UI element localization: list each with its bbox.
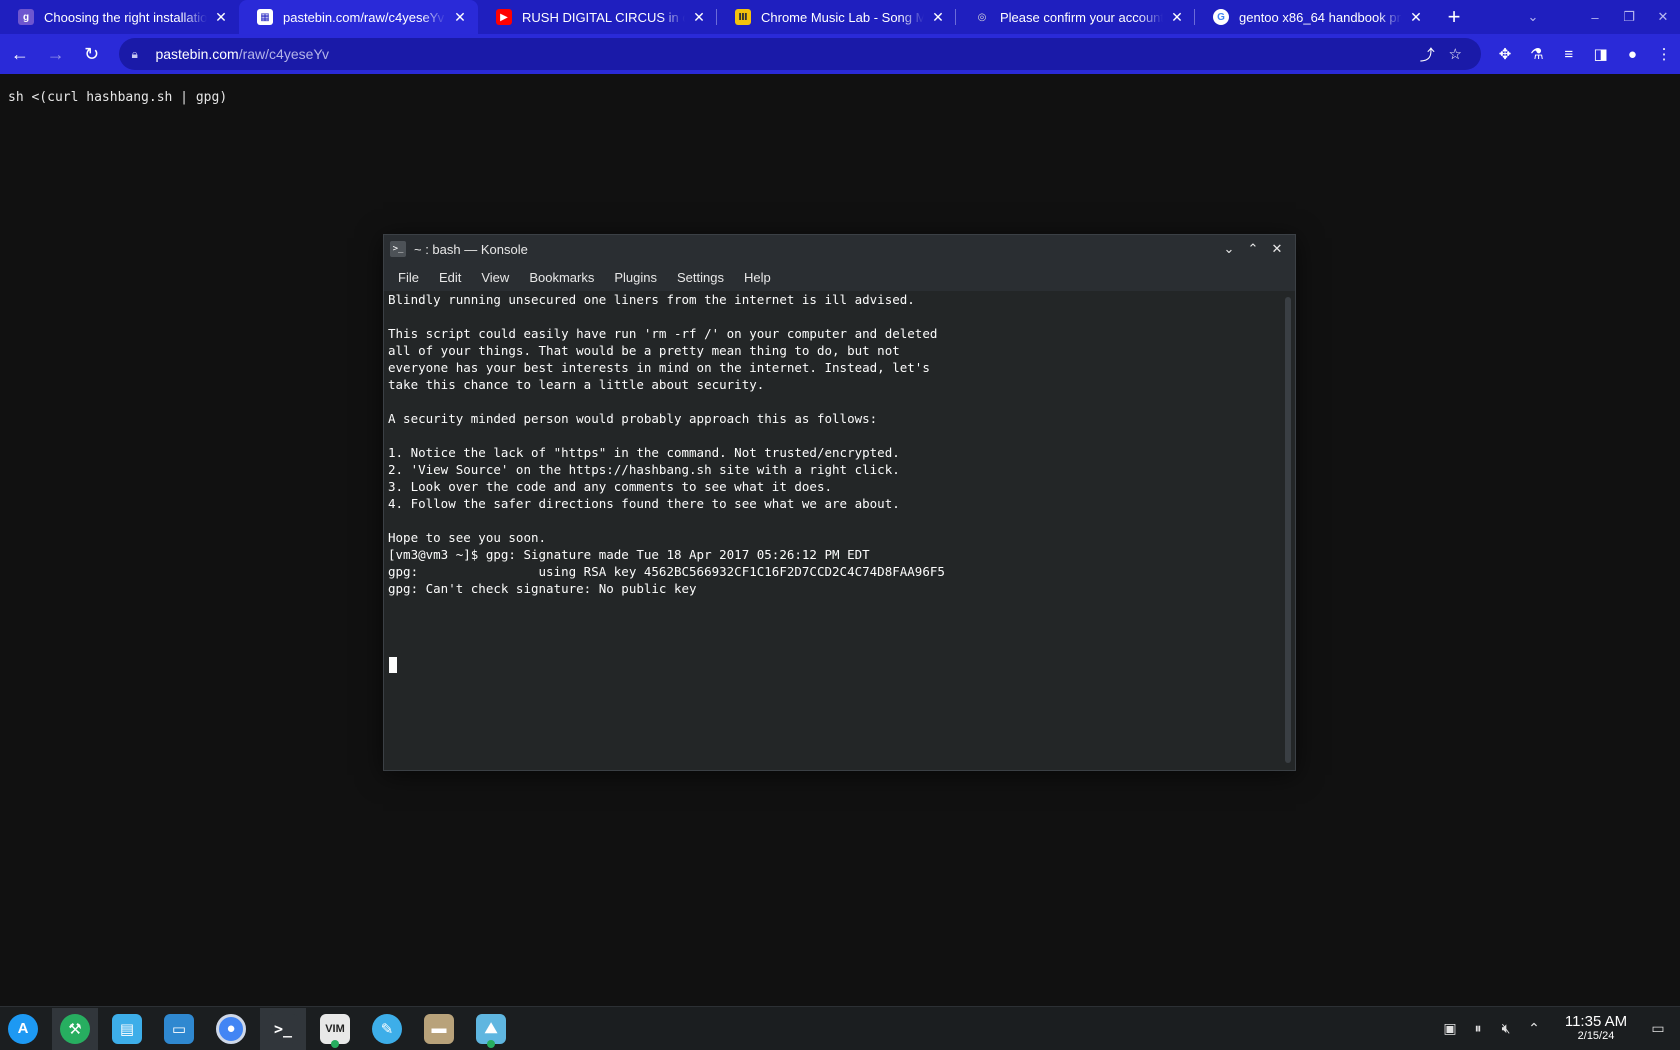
konsole-icon: >_	[268, 1013, 298, 1044]
discover-icon: ⚒	[60, 1013, 90, 1044]
gentoo-icon: g	[18, 9, 34, 25]
close-window-icon[interactable]: ✕	[1646, 0, 1680, 34]
media-queue-icon[interactable]: ≡	[1553, 38, 1585, 70]
terminal-scrollbar[interactable]	[1285, 297, 1291, 763]
files-button[interactable]: ▭	[156, 1008, 202, 1050]
konsole-menubar: File Edit View Bookmarks Plugins Setting…	[384, 263, 1295, 291]
share-icon[interactable]: ⤴	[1413, 44, 1441, 65]
menu-settings[interactable]: Settings	[667, 270, 734, 285]
address-host: pastebin.com	[155, 46, 239, 62]
lab-flask-icon[interactable]: ⚗	[1521, 38, 1553, 70]
konsole-title: ~ : bash — Konsole	[414, 241, 528, 257]
youtube-icon: ▶	[496, 9, 512, 25]
back-icon[interactable]: ←	[4, 38, 36, 70]
konsole-titlebar[interactable]: >_ ~ : bash — Konsole ⌄ ⌃ ✕	[384, 235, 1295, 263]
terminal-cursor	[389, 657, 397, 673]
tab-title: Please confirm your account	[1000, 9, 1163, 25]
clock-date: 2/15/24	[1577, 1029, 1615, 1042]
image-viewer-button[interactable]: ⛰	[468, 1008, 514, 1050]
menu-bookmarks[interactable]: Bookmarks	[519, 270, 604, 285]
color-picker-button[interactable]: ✎	[364, 1008, 410, 1050]
address-bar[interactable]: 🔒︎ pastebin.com/raw/c4yeseYv ⤴ ☆	[119, 38, 1482, 70]
mail-icon: ◎	[977, 11, 987, 23]
side-panel-icon[interactable]: ◨	[1585, 38, 1617, 70]
raw-paste-text: sh <(curl hashbang.sh | gpg)	[8, 90, 228, 105]
close-icon[interactable]: ✕	[1408, 9, 1424, 26]
menu-view[interactable]: View	[471, 270, 519, 285]
folder-button[interactable]: ▬	[416, 1008, 462, 1050]
tab-title: pastebin.com/raw/c4yeseYv	[283, 9, 445, 25]
menu-edit[interactable]: Edit	[429, 270, 471, 285]
store-button[interactable]: ▤	[104, 1008, 150, 1050]
google-icon: G	[1213, 9, 1229, 25]
konsole-window[interactable]: >_ ~ : bash — Konsole ⌄ ⌃ ✕ File Edit Vi…	[383, 234, 1296, 771]
tab-title: Choosing the right installation	[44, 9, 207, 25]
tab-gentoo-install[interactable]: g Choosing the right installation ✕	[0, 0, 239, 34]
clipboard-icon[interactable]: ▣	[1436, 1020, 1464, 1037]
lock-icon[interactable]: 🔒︎	[131, 47, 145, 62]
konsole-button[interactable]: >_	[260, 1007, 306, 1050]
terminal-output: Blindly running unsecured one liners fro…	[388, 292, 945, 596]
menu-help[interactable]: Help	[734, 270, 781, 285]
menu-plugins[interactable]: Plugins	[604, 270, 667, 285]
close-icon[interactable]: ✕	[1265, 241, 1289, 257]
running-indicator	[331, 1039, 339, 1048]
discover-button[interactable]: ⚒	[52, 1007, 98, 1050]
taskbar: A ⚒ ▤ ▭ ● >_ VIM ✎ ▬ ⛰ ▣ ⏸ 🔇︎ ⌃ 11:35 AM…	[0, 1006, 1680, 1050]
chrome-icon: ●	[216, 1013, 246, 1044]
browser-toolbar: ← → ↻ 🔒︎ pastebin.com/raw/c4yeseYv ⤴ ☆ ✥…	[0, 34, 1680, 74]
tab-search-icon[interactable]: ⌄	[1516, 0, 1550, 34]
reload-icon[interactable]: ↻	[76, 38, 108, 70]
terminal-area[interactable]: Blindly running unsecured one liners fro…	[384, 291, 1295, 770]
folder-icon: ▬	[424, 1013, 454, 1044]
close-icon[interactable]: ✕	[213, 9, 229, 26]
address-path: /raw/c4yeseYv	[238, 46, 329, 62]
menu-file[interactable]: File	[388, 270, 429, 285]
terminal-icon: >_	[390, 241, 406, 257]
tray-expand-icon[interactable]: ⌃	[1520, 1020, 1548, 1037]
maximize-icon[interactable]: ⌃	[1241, 241, 1265, 257]
show-desktop-icon[interactable]: ▭	[1644, 1020, 1672, 1037]
tab-gentoo-handbook[interactable]: G gentoo x86_64 handbook profile ✕	[1195, 0, 1434, 34]
pastebin-icon: ▦	[257, 9, 273, 25]
star-icon[interactable]: ☆	[1441, 45, 1469, 63]
menu-kebab-icon[interactable]: ⋮	[1648, 38, 1680, 70]
app-launcher-icon: A	[8, 1013, 38, 1044]
media-pause-icon[interactable]: ⏸	[1464, 1020, 1492, 1037]
new-tab-button[interactable]: +	[1434, 0, 1474, 34]
clock-time: 11:35 AM	[1564, 1012, 1628, 1030]
tab-youtube[interactable]: ▶ RUSH DIGITAL CIRCUS in chrome ✕	[478, 0, 717, 34]
vim-button[interactable]: VIM	[312, 1008, 358, 1050]
tab-title: Chrome Music Lab - Song Maker	[761, 9, 924, 25]
files-icon: ▭	[164, 1013, 194, 1044]
extensions-icon[interactable]: ✥	[1489, 38, 1521, 70]
restore-icon[interactable]: ❐	[1612, 0, 1646, 34]
minimize-icon[interactable]: –	[1578, 0, 1612, 34]
app-launcher-button[interactable]: A	[0, 1008, 46, 1050]
music-lab-icon: Ⅲ	[735, 9, 751, 25]
chrome-button[interactable]: ●	[208, 1008, 254, 1050]
close-icon[interactable]: ✕	[452, 9, 468, 26]
volume-muted-icon[interactable]: 🔇︎	[1492, 1020, 1520, 1037]
tab-title: RUSH DIGITAL CIRCUS in chrome	[522, 9, 685, 25]
tab-confirm-account[interactable]: ◎ Please confirm your account ✕	[956, 0, 1195, 34]
tab-title: gentoo x86_64 handbook profile	[1239, 9, 1402, 25]
forward-icon[interactable]: →	[40, 38, 72, 70]
store-icon: ▤	[112, 1013, 142, 1044]
profile-avatar-icon[interactable]: ●	[1616, 38, 1648, 70]
clock[interactable]: 11:35 AM 2/15/24	[1556, 1012, 1636, 1043]
tab-pastebin[interactable]: ▦ pastebin.com/raw/c4yeseYv ✕	[239, 0, 478, 34]
close-icon[interactable]: ✕	[1169, 9, 1185, 26]
minimize-icon[interactable]: ⌄	[1217, 241, 1241, 257]
close-icon[interactable]: ✕	[691, 9, 707, 26]
color-picker-icon: ✎	[372, 1013, 402, 1044]
running-indicator	[487, 1039, 495, 1048]
tab-music-lab[interactable]: Ⅲ Chrome Music Lab - Song Maker ✕	[717, 0, 956, 34]
close-icon[interactable]: ✕	[930, 9, 946, 26]
tab-strip: g Choosing the right installation ✕ ▦ pa…	[0, 0, 1680, 34]
